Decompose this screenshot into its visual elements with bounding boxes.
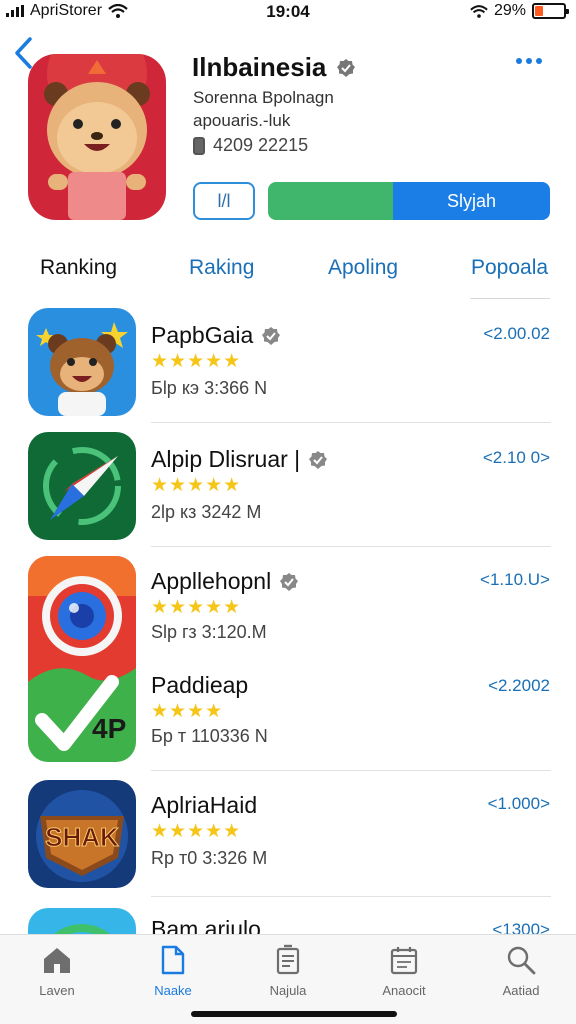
list-item[interactable]: Alpip Dlisruar | ★★★★★ 2lp кз 3242 M <2.… (0, 432, 576, 547)
price-button[interactable]: <2.10 0> (483, 448, 550, 468)
tab-documents[interactable]: Najula (243, 943, 333, 998)
list-item[interactable]: Appllehopnl ★★★★★ Slp гз 3:120.M <1.10.U… (0, 556, 576, 666)
search-icon (507, 946, 536, 975)
divider (151, 546, 551, 547)
tab-calendar[interactable]: Anaocit (359, 943, 449, 998)
app-meta: Бр т 110336 N (151, 726, 268, 746)
price-button[interactable]: <1.000> (488, 794, 550, 814)
tab-raking[interactable]: Raking (189, 256, 254, 280)
tab-apps[interactable]: Naake (128, 943, 218, 998)
app-meta: Slp гз 3:120.M (151, 622, 267, 642)
app-icon-partial (28, 908, 136, 934)
price-button[interactable]: <2.00.02 (483, 324, 550, 344)
get-button-label: Slyjah (393, 182, 550, 220)
segment-tabs: Ranking Raking Apoling Popoala (0, 256, 576, 296)
app-name: PapbGaia (151, 322, 254, 348)
page-title: Ilnbainesia (192, 52, 327, 82)
home-icon (44, 948, 70, 973)
tab-label: Naake (154, 983, 192, 998)
app-name-row: Bam arjulo (151, 916, 261, 934)
document-icon (276, 944, 300, 975)
tab-home[interactable]: Laven (12, 943, 102, 998)
tab-apoling[interactable]: Apoling (328, 256, 398, 280)
app-icon-check: 4P (28, 662, 136, 762)
app-meta: 2lp кз 3242 M (151, 502, 262, 522)
app-meta: Rp т0 3:326 M (151, 848, 268, 868)
app-name: Appllehopnl (151, 568, 272, 594)
secondary-action-button[interactable]: l/l (193, 182, 255, 220)
list-item[interactable]: Bam arjulo <1300> (0, 906, 576, 934)
developer-name: Sorenna Bpolnagn (193, 88, 334, 107)
app-icon-compass (28, 432, 136, 540)
battery-icon (532, 3, 569, 19)
app-badge-text: 4P (92, 713, 126, 744)
app-name-row: Appllehopnl (151, 568, 299, 595)
home-indicator (191, 1011, 397, 1017)
star-rating: ★★★★ (151, 701, 224, 722)
tabs-divider (470, 298, 550, 299)
divider (151, 422, 551, 423)
tab-popoala[interactable]: Popoala (471, 256, 548, 280)
calendar-icon (390, 947, 418, 975)
get-button[interactable]: Slyjah (268, 182, 550, 220)
app-name: AplriaHaid (151, 792, 258, 818)
verified-badge-icon (309, 450, 328, 469)
tab-label: Aatiad (502, 983, 540, 998)
app-meta: Бlp кэ 3:366 N (151, 378, 268, 398)
tab-search[interactable]: Aatiad (476, 943, 566, 998)
star-rating: ★★★★★ (151, 597, 242, 618)
more-options-icon[interactable] (516, 58, 542, 64)
divider (151, 770, 551, 771)
app-name-row: AplriaHaid (151, 792, 257, 819)
price-button[interactable]: <1.10.U> (480, 570, 550, 590)
app-name-row: PapbGaia (151, 322, 281, 349)
status-right: 29% (470, 2, 569, 20)
list-item[interactable]: PapbGaia ★★★★★ Бlp кэ 3:366 N <2.00.02 (0, 308, 576, 423)
back-chevron-icon[interactable] (10, 36, 36, 70)
wifi-icon (470, 4, 488, 18)
app-name: Paddieap (151, 672, 249, 698)
app-icon-bear (28, 308, 136, 416)
app-badge-text: SHAK (45, 822, 119, 852)
apps-icon (161, 945, 185, 975)
verified-badge-icon (280, 572, 299, 591)
app-icon-shield-game: SHAK (28, 780, 136, 888)
hero-app-icon (28, 54, 166, 220)
verified-badge-icon (337, 58, 356, 77)
tab-label: Anaocit (382, 983, 426, 998)
price-button[interactable]: <1300> (492, 920, 550, 934)
download-progress (268, 182, 393, 220)
star-rating: ★★★★★ (151, 351, 242, 372)
status-bar: ApriStorer 19:04 29% (0, 0, 576, 24)
tab-ranking[interactable]: Ranking (40, 256, 117, 280)
app-name-row: Alpip Dlisruar | (151, 446, 328, 473)
app-size-info: 4209 22215 (193, 135, 308, 156)
phone-icon (193, 136, 205, 155)
app-category: apouaris.-luk (193, 111, 291, 130)
hero-title-row: Ilnbainesia (192, 52, 356, 83)
list-item[interactable]: 4P Paddieap ★★★★ Бр т 110336 N <2.2002 (0, 662, 576, 771)
list-item[interactable]: SHAK AplriaHaid ★★★★★ Rp т0 3:326 M <1.0… (0, 780, 576, 897)
app-name: Alpip Dlisruar | (151, 446, 301, 472)
star-rating: ★★★★★ (151, 821, 242, 842)
size-value: 4209 22215 (213, 135, 309, 155)
app-icon-camera (28, 556, 136, 666)
divider (151, 896, 551, 897)
star-rating: ★★★★★ (151, 475, 242, 496)
tab-label: Laven (39, 983, 75, 998)
verified-badge-icon (262, 326, 281, 345)
app-name-row: Paddieap (151, 672, 248, 699)
battery-percent: 29% (493, 2, 526, 19)
tab-label: Najula (269, 983, 307, 998)
price-button[interactable]: <2.2002 (488, 676, 550, 696)
app-name: Bam arjulo (151, 916, 261, 934)
